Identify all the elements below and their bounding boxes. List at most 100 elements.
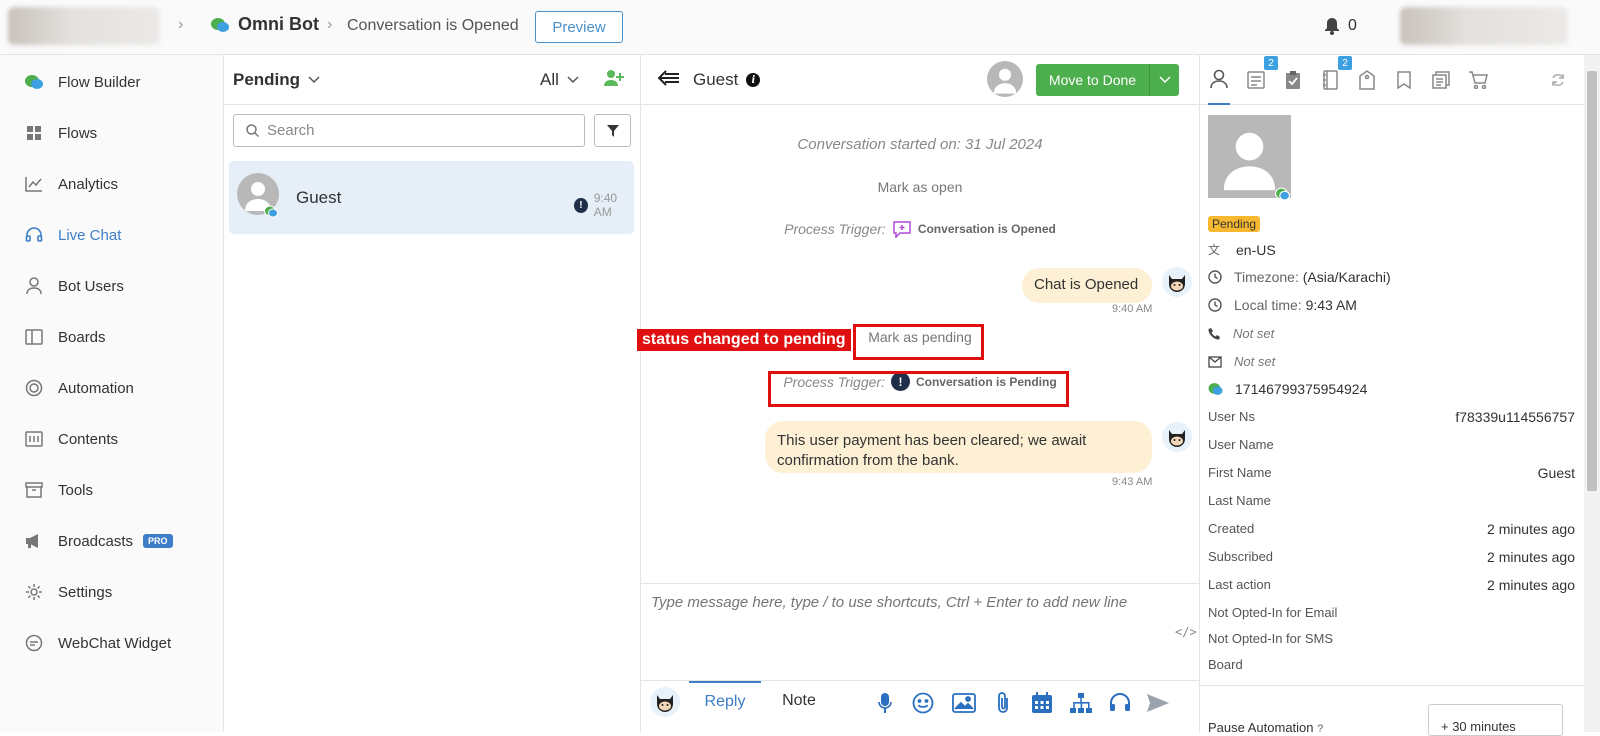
tab-conversations[interactable]: 2 — [1245, 56, 1278, 91]
code-toggle-icon[interactable]: </> — [1175, 625, 1197, 639]
sidebar-item-broadcasts[interactable]: Broadcasts PRO — [0, 521, 224, 561]
gear-icon — [24, 582, 44, 602]
account-menu[interactable] — [1400, 7, 1568, 45]
preview-button[interactable]: Preview — [535, 11, 623, 43]
annotation-label: status changed to pending — [637, 329, 851, 351]
notifications[interactable]: 0 — [1324, 17, 1357, 35]
annotation-box-mark-pending — [853, 324, 984, 360]
sidebar-item-label: Boards — [58, 328, 106, 346]
emoji-icon[interactable] — [911, 691, 935, 715]
calendar-icon[interactable] — [1030, 691, 1054, 715]
cat-bot-icon — [1169, 275, 1185, 292]
tab-notes[interactable]: 2 — [1319, 56, 1352, 91]
tab-profile[interactable] — [1208, 69, 1230, 105]
sidebar-item-automation[interactable]: Automation — [0, 368, 224, 408]
sidebar-item-analytics[interactable]: Analytics — [0, 164, 224, 204]
status-filter-dropdown[interactable]: Pending — [233, 70, 320, 90]
user-profile-pane: 2 2 Pending 文 en-US Timezone: (Asia/Kara… — [1199, 55, 1585, 736]
field-value: 2 minutes ago — [1487, 521, 1575, 537]
tab-badge: 2 — [1264, 56, 1278, 70]
add-user-button[interactable] — [604, 69, 624, 92]
sidebar: Flow Builder Flows Analytics Live Chat B… — [0, 55, 224, 732]
conversation-list-pane: Pending All Guest ! 9:40 AM — [224, 55, 641, 732]
page-scrollbar[interactable] — [1584, 55, 1600, 732]
field-value: 2 minutes ago — [1487, 577, 1575, 593]
sidebar-item-settings[interactable]: Settings — [0, 572, 224, 612]
workspace-switcher[interactable] — [8, 7, 160, 45]
sidebar-item-flow-builder[interactable]: Flow Builder — [0, 62, 224, 102]
refresh-button[interactable] — [1547, 69, 1569, 91]
board-icon — [24, 327, 44, 347]
move-to-done-button[interactable]: Move to Done — [1036, 64, 1179, 96]
field-key: User Name — [1208, 437, 1274, 452]
back-button[interactable] — [657, 70, 680, 91]
sidebar-item-webchat-widget[interactable]: WebChat Widget — [0, 623, 224, 663]
scope-filter-dropdown[interactable]: All — [540, 70, 579, 90]
tab-orders[interactable] — [1467, 69, 1489, 91]
agent-message-bubble: This user payment has been cleared; we a… — [765, 421, 1152, 473]
chevron-down-icon[interactable] — [1150, 64, 1179, 96]
divider — [1200, 685, 1585, 686]
phone-value: Not set — [1233, 326, 1275, 341]
field-value: Guest — [1537, 465, 1575, 481]
sitemap-icon[interactable] — [1069, 691, 1093, 715]
sidebar-item-label: Flows — [58, 124, 98, 142]
conversation-started: Conversation started on: 31 Jul 2024 — [797, 136, 1043, 153]
move-to-done-label[interactable]: Move to Done — [1036, 64, 1150, 96]
send-icon[interactable] — [1146, 691, 1170, 715]
sidebar-item-bot-users[interactable]: Bot Users — [0, 266, 224, 306]
sidebar-item-label: Tools — [58, 481, 94, 499]
search-input[interactable] — [267, 122, 567, 139]
image-icon[interactable] — [952, 691, 976, 715]
cat-bot-icon — [1169, 430, 1185, 447]
list-icon — [1247, 71, 1265, 89]
sender-avatar[interactable] — [650, 687, 680, 717]
breadcrumb-conversation: Conversation is Opened — [347, 17, 519, 34]
sidebar-item-tools[interactable]: Tools — [0, 470, 224, 510]
scrollbar-thumb[interactable] — [1587, 71, 1597, 491]
sidebar-item-label: Automation — [58, 379, 134, 397]
documents-icon — [1432, 71, 1450, 89]
sidebar-item-label: Live Chat — [58, 226, 122, 244]
tab-documents[interactable] — [1430, 69, 1452, 91]
sidebar-item-contents[interactable]: Contents — [0, 419, 224, 459]
tab-bookmarks[interactable] — [1393, 69, 1415, 91]
sidebar-item-live-chat[interactable]: Live Chat — [0, 215, 224, 255]
mail-icon — [1208, 355, 1222, 368]
omni-bot-icon — [211, 17, 229, 32]
field-key: First Name — [1208, 465, 1272, 480]
tab-tags[interactable] — [1356, 69, 1378, 91]
conversation-name: Guest — [296, 188, 342, 207]
message-composer: </> Reply Note — [641, 583, 1199, 732]
user-placeholder-icon — [993, 68, 1017, 94]
sidebar-item-boards[interactable]: Boards — [0, 317, 224, 357]
microphone-icon[interactable] — [873, 691, 897, 715]
tab-reply[interactable]: Reply — [689, 681, 761, 721]
conversation-list-item[interactable]: Guest ! 9:40 AM — [229, 161, 634, 234]
message-input[interactable] — [651, 594, 1181, 611]
filter-button[interactable] — [594, 114, 631, 147]
sidebar-item-label: Bot Users — [58, 277, 124, 295]
sidebar-item-label: Contents — [58, 430, 119, 448]
sidebar-item-flows[interactable]: Flows — [0, 113, 224, 153]
chat-header: Guest i Move to Done — [641, 55, 1199, 105]
tab-tasks[interactable] — [1282, 69, 1304, 91]
breadcrumb-bot[interactable]: Omni Bot — [210, 14, 319, 35]
pause-duration-select[interactable]: + 30 minutes — [1428, 704, 1563, 736]
assignee-avatar[interactable] — [987, 61, 1023, 97]
headset-icon[interactable] — [1108, 691, 1132, 715]
attachment-icon[interactable] — [991, 691, 1015, 715]
automation-icon — [24, 378, 44, 398]
field-key: Board — [1208, 657, 1243, 672]
field-key: User Ns — [1208, 409, 1255, 424]
chat-plus-icon — [893, 221, 911, 238]
search-field[interactable] — [233, 114, 585, 147]
annotation-box-trigger-pending — [768, 371, 1069, 407]
field-last-action: Last action 2 minutes ago — [1208, 577, 1575, 593]
field-user-ns: User Ns f78339u114556757 — [1208, 409, 1575, 425]
cat-bot-icon — [657, 695, 673, 712]
tab-note[interactable]: Note — [769, 681, 829, 721]
help-icon: ? — [1317, 723, 1324, 735]
info-icon[interactable]: i — [746, 73, 761, 87]
composer-toolbar: Reply Note — [641, 680, 1199, 733]
